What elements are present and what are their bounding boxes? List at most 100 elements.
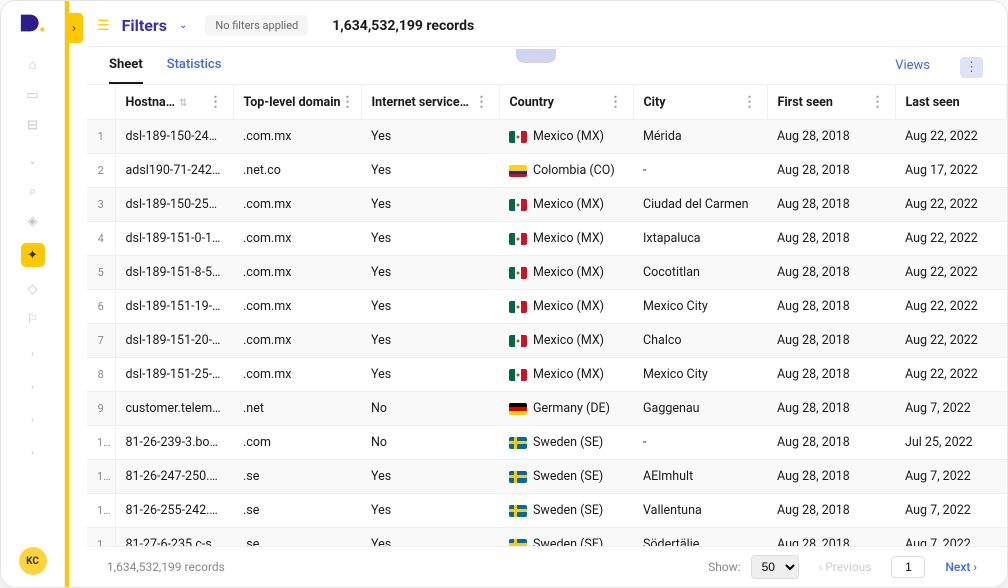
cell-country: Mexico (MX) <box>499 358 633 392</box>
views-menu-icon[interactable]: ⋮ <box>960 57 983 78</box>
chevron-right-icon[interactable]: › <box>31 415 34 426</box>
cell-tld: .com.mx <box>233 290 361 324</box>
tab-sheet[interactable]: Sheet <box>109 57 143 84</box>
cell-isp: Yes <box>361 222 499 256</box>
cell-isp: Yes <box>361 256 499 290</box>
table-row[interactable]: 5dsl-189-151-8-5….com.mxYesMexico (MX)Co… <box>87 256 1007 290</box>
chevron-right-icon[interactable]: › <box>31 349 34 360</box>
cell-first-seen: Aug 28, 2018 <box>767 324 895 358</box>
col-last-seen[interactable]: Last seen <box>895 85 1007 120</box>
table-row[interactable]: 2adsl190-71-242-….net.coYesColombia (CO)… <box>87 154 1007 188</box>
table-row[interactable]: 1381-27-6-235.c-s….seYesSweden (SE)Söder… <box>87 528 1007 547</box>
cell-last-seen: Aug 22, 2022 <box>895 188 1007 222</box>
cell-hostname: dsl-189-151-0-1… <box>115 222 233 256</box>
table-wrap: Hostna…⇅⋮ Top-level domain⋮ Internet ser… <box>87 85 1007 546</box>
column-menu-icon[interactable]: ⋮ <box>743 94 757 110</box>
cell-hostname: dsl-189-151-25-… <box>115 358 233 392</box>
column-menu-icon[interactable]: ⋮ <box>871 94 885 110</box>
user-avatar[interactable]: KC <box>19 547 47 575</box>
column-menu-icon[interactable]: ⋮ <box>209 94 223 110</box>
cell-country: Mexico (MX) <box>499 188 633 222</box>
active-module-icon[interactable]: ✦ <box>21 243 45 267</box>
cell-first-seen: Aug 28, 2018 <box>767 154 895 188</box>
flag-icon[interactable]: ⚐ <box>25 311 41 327</box>
table-row[interactable]: 9customer.telema….netNoGermany (DE)Gagge… <box>87 392 1007 426</box>
flag-icon <box>509 131 527 143</box>
flag-icon <box>509 301 527 313</box>
table-row[interactable]: 1281-26-255-242.c….seYesSweden (SE)Valle… <box>87 494 1007 528</box>
table-row[interactable]: 1081-26-239-3.bob….comNoSweden (SE)-Aug … <box>87 426 1007 460</box>
column-menu-icon[interactable]: ⋮ <box>475 94 489 110</box>
tab-statistics[interactable]: Statistics <box>167 57 222 84</box>
cell-city: Gaggenau <box>633 392 767 426</box>
search-icon[interactable]: ⌕ <box>25 183 41 199</box>
diamond-icon[interactable]: ◇ <box>25 281 41 297</box>
cell-isp: Yes <box>361 290 499 324</box>
flag-icon <box>509 437 527 449</box>
row-number: 4 <box>87 222 115 256</box>
cell-last-seen: Aug 7, 2022 <box>895 494 1007 528</box>
cell-country: Sweden (SE) <box>499 528 633 547</box>
column-menu-icon[interactable]: ⋮ <box>341 94 355 110</box>
flag-icon <box>509 199 527 211</box>
collapse-icon[interactable]: ⌄ <box>25 153 41 169</box>
panel-toggle[interactable]: › <box>65 13 83 43</box>
chevron-right-icon[interactable]: › <box>31 382 34 393</box>
cell-hostname: adsl190-71-242-… <box>115 154 233 188</box>
cell-first-seen: Aug 28, 2018 <box>767 120 895 154</box>
table-row[interactable]: 4dsl-189-151-0-1….com.mxYesMexico (MX)Ix… <box>87 222 1007 256</box>
col-isp[interactable]: Internet service…⋮ <box>361 85 499 120</box>
folder-icon[interactable]: ▭ <box>25 87 41 103</box>
col-first-seen[interactable]: First seen⋮ <box>767 85 895 120</box>
left-rail: ⌂ ▭ ⊟ ⌄ ⌕ ◈ ✦ ◇ ⚐ › › › › KC <box>1 1 65 587</box>
sort-icon[interactable]: ⇅ <box>179 98 187 109</box>
filters-button[interactable]: Filters <box>122 16 167 35</box>
row-number: 9 <box>87 392 115 426</box>
table-row[interactable]: 7dsl-189-151-20-….com.mxYesMexico (MX)Ch… <box>87 324 1007 358</box>
table-row[interactable]: 1dsl-189-150-247….com.mxYesMexico (MX)Mé… <box>87 120 1007 154</box>
col-tld[interactable]: Top-level domain⋮ <box>233 85 361 120</box>
cell-last-seen: Aug 17, 2022 <box>895 154 1007 188</box>
home-icon[interactable]: ⌂ <box>25 57 41 73</box>
col-city[interactable]: City⋮ <box>633 85 767 120</box>
column-menu-icon[interactable]: ⋮ <box>609 94 623 110</box>
cell-tld: .com.mx <box>233 222 361 256</box>
accent-strip <box>65 1 69 587</box>
table-row[interactable]: 6dsl-189-151-19-….com.mxYesMexico (MX)Me… <box>87 290 1007 324</box>
cell-city: Södertälje <box>633 528 767 547</box>
cell-last-seen: Aug 22, 2022 <box>895 358 1007 392</box>
cell-hostname: 81-26-255-242.c… <box>115 494 233 528</box>
cell-last-seen: Aug 7, 2022 <box>895 528 1007 547</box>
col-country[interactable]: Country⋮ <box>499 85 633 120</box>
footer: 1,634,532,199 records Show: 50 ‹ Previou… <box>87 546 1007 587</box>
cell-first-seen: Aug 28, 2018 <box>767 290 895 324</box>
page-size-select[interactable]: 50 <box>751 555 799 579</box>
record-count: 1,634,532,199 records <box>332 18 474 34</box>
drag-handle[interactable] <box>516 49 556 63</box>
rail-icons: ⌂ ▭ ⊟ ⌄ ⌕ ◈ ✦ ◇ ⚐ <box>21 57 45 327</box>
page-input[interactable] <box>891 556 925 578</box>
col-rownum <box>87 85 115 120</box>
cell-hostname: 81-26-239-3.bob… <box>115 426 233 460</box>
views-link[interactable]: Views <box>895 58 930 83</box>
col-hostname[interactable]: Hostna…⇅⋮ <box>115 85 233 120</box>
cell-country: Sweden (SE) <box>499 426 633 460</box>
row-number: 10 <box>87 426 115 460</box>
table-row[interactable]: 1181-26-247-250.c….seYesSweden (SE)AElmh… <box>87 460 1007 494</box>
flag-icon <box>509 369 527 381</box>
archive-icon[interactable]: ⊟ <box>25 117 41 133</box>
layers-icon[interactable]: ◈ <box>25 213 41 229</box>
table-row[interactable]: 3dsl-189-150-251….com.mxYesMexico (MX)Ci… <box>87 188 1007 222</box>
logo-icon <box>17 11 49 35</box>
prev-button: ‹ Previous <box>809 556 882 578</box>
chevron-right-icon[interactable]: › <box>31 448 34 459</box>
cell-city: AElmhult <box>633 460 767 494</box>
data-table: Hostna…⇅⋮ Top-level domain⋮ Internet ser… <box>87 85 1007 546</box>
cell-hostname: 81-26-247-250.c… <box>115 460 233 494</box>
next-button[interactable]: Next › <box>935 556 987 578</box>
chevron-down-icon[interactable]: ⌄ <box>179 20 187 31</box>
table-row[interactable]: 8dsl-189-151-25-….com.mxYesMexico (MX)Me… <box>87 358 1007 392</box>
filter-icon: ☰ <box>97 18 110 34</box>
flag-icon <box>509 267 527 279</box>
cell-hostname: 81-27-6-235.c-s… <box>115 528 233 547</box>
